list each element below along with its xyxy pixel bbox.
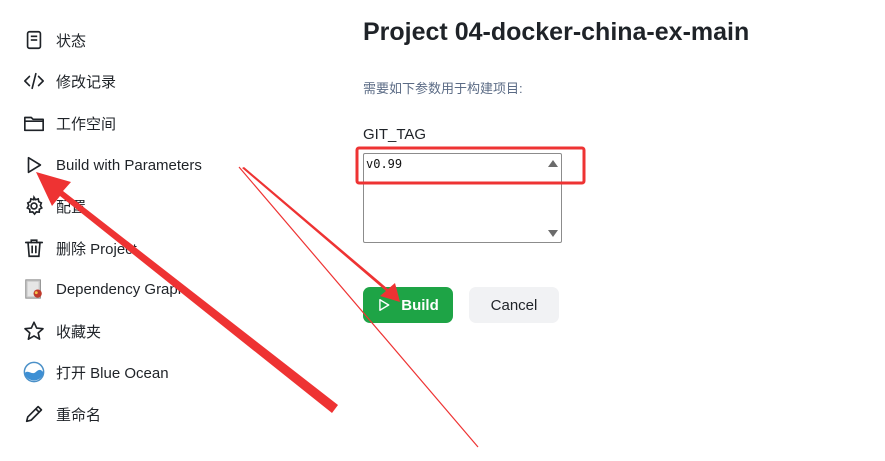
document-icon <box>22 28 46 52</box>
build-button[interactable]: Build <box>363 287 453 323</box>
trash-icon <box>22 236 46 260</box>
sidebar-item-label: 工作空间 <box>56 115 117 133</box>
sidebar-item-workspace[interactable]: 工作空间 <box>22 108 116 138</box>
sidebar-item-build-with-parameters[interactable]: Build with Parameters <box>22 150 202 180</box>
pencil-icon <box>22 402 46 426</box>
play-icon <box>379 299 390 311</box>
sidebar-item-favorite[interactable]: 收藏夹 <box>22 316 101 346</box>
parameters-description: 需要如下参数用于构建项目: <box>363 81 523 96</box>
sidebar-item-open-blue-ocean[interactable]: 打开 Blue Ocean <box>22 357 169 387</box>
sidebar-item-label: 收藏夹 <box>56 323 102 341</box>
git-tag-textarea[interactable]: v0.99 <box>363 153 562 243</box>
sidebar-item-label: 状态 <box>56 32 87 50</box>
sidebar-item-label: 删除 Project <box>56 240 137 258</box>
blue-ocean-icon <box>22 360 46 384</box>
sidebar-item-changes[interactable]: 修改记录 <box>22 66 116 96</box>
parameter-name: GIT_TAG <box>363 126 427 143</box>
main-content: Project 04-docker-china-ex-main 需要如下参数用于… <box>363 0 863 461</box>
sidebar-item-status[interactable]: 状态 <box>22 25 86 55</box>
sidebar-item-label: 重命名 <box>56 406 102 424</box>
page-title: Project 04-docker-china-ex-main <box>363 18 750 46</box>
cancel-button[interactable]: Cancel <box>469 287 559 323</box>
sidebar-item-rename[interactable]: 重命名 <box>22 399 101 429</box>
folder-icon <box>22 111 46 135</box>
scroll-up-arrow-icon[interactable] <box>548 160 558 167</box>
sidebar-item-delete-project[interactable]: 删除 Project <box>22 233 137 263</box>
cancel-button-label: Cancel <box>490 296 538 314</box>
dependency-graph-icon <box>22 277 46 301</box>
sidebar-item-dependency-graph[interactable]: Dependency Graph <box>22 274 186 304</box>
jenkins-build-page: 状态 修改记录 工作空间 Build with Parameters 配置 删除… <box>0 0 885 461</box>
sidebar-item-label: 修改记录 <box>56 73 117 91</box>
sidebar-item-label: Build with Parameters <box>56 156 202 174</box>
sidebar-item-label: 打开 Blue Ocean <box>56 364 169 382</box>
sidebar-item-configure[interactable]: 配置 <box>22 191 86 221</box>
sidebar: 状态 修改记录 工作空间 Build with Parameters 配置 删除… <box>0 0 330 461</box>
scroll-down-arrow-icon[interactable] <box>548 230 558 237</box>
git-tag-value[interactable]: v0.99 <box>366 157 402 171</box>
play-icon <box>22 153 46 177</box>
gear-icon <box>22 194 46 218</box>
build-button-label: Build <box>401 296 439 314</box>
sidebar-item-label: Dependency Graph <box>56 280 187 298</box>
code-icon <box>22 69 46 93</box>
star-icon <box>22 319 46 343</box>
sidebar-item-label: 配置 <box>56 198 87 216</box>
